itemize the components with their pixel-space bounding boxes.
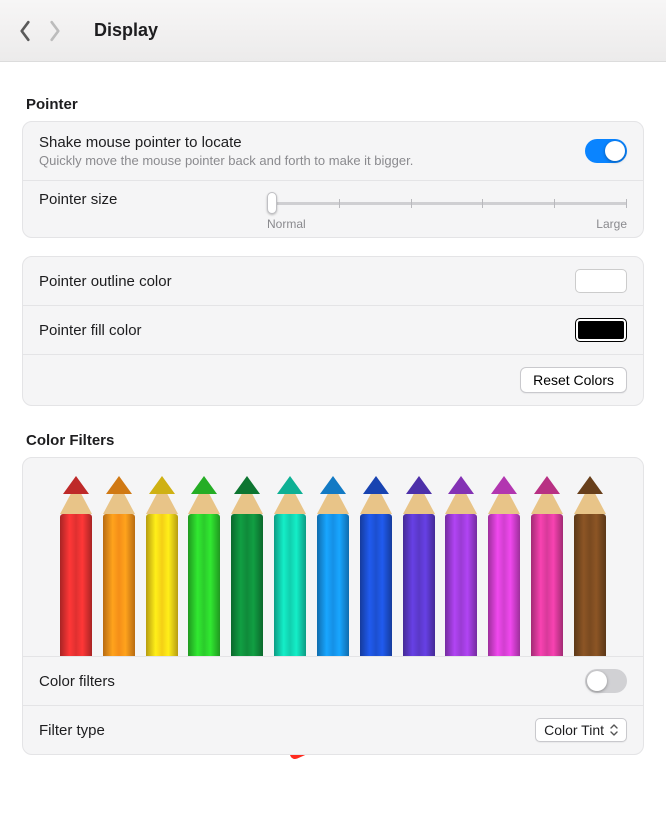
shake-to-locate-text: Shake mouse pointer to locate Quickly mo… [39,134,585,168]
pencil-icon [273,476,307,656]
filter-type-select[interactable]: Color Tint [535,718,627,742]
updown-chevron-icon [610,724,618,736]
pointer-size-min-label: Normal [267,217,306,231]
nav-arrows [10,17,70,45]
pointer-outline-color-well[interactable] [575,269,627,293]
color-filters-enable-row: Color filters [23,657,643,705]
pencil-icon [59,476,93,656]
chevron-left-icon [18,20,32,42]
content: Pointer Shake mouse pointer to locate Qu… [0,62,666,755]
reset-colors-row: Reset Colors [23,354,643,405]
pencil-icon [230,476,264,656]
filter-type-value: Color Tint [544,722,604,738]
pencil-icon [530,476,564,656]
color-filters-toggle[interactable] [585,669,627,693]
color-filters-preview [23,458,643,657]
pointer-outline-color-label: Pointer outline color [39,273,172,290]
pointer-fill-color-well[interactable] [575,318,627,342]
color-filters-panel: Color filters Filter type Color Tint [22,457,644,755]
pointer-fill-color-row: Pointer fill color [23,305,643,354]
forward-button[interactable] [40,17,70,45]
pointer-size-scale-labels: Normal Large [267,217,627,231]
pointer-panel: Shake mouse pointer to locate Quickly mo… [22,121,644,238]
shake-to-locate-sub: Quickly move the mouse pointer back and … [39,153,585,168]
color-filters-enable-label: Color filters [39,673,115,690]
pointer-fill-color-label: Pointer fill color [39,322,142,339]
pencil-icon [102,476,136,656]
color-filters-section-label: Color Filters [26,432,644,449]
pencil-icon [187,476,221,656]
pencil-icon [487,476,521,656]
filter-type-label: Filter type [39,722,105,739]
pointer-color-panel: Pointer outline color Pointer fill color… [22,256,644,406]
chevron-right-icon [48,20,62,42]
shake-to-locate-title: Shake mouse pointer to locate [39,134,585,151]
pointer-size-slider[interactable] [267,191,627,215]
filter-type-row: Filter type Color Tint [23,705,643,754]
back-button[interactable] [10,17,40,45]
pointer-outline-color-row: Pointer outline color [23,257,643,305]
pointer-section-label: Pointer [26,96,644,113]
pencil-icon [145,476,179,656]
reset-colors-button[interactable]: Reset Colors [520,367,627,393]
pointer-size-label: Pointer size [39,191,117,208]
pencil-icon [359,476,393,656]
pencil-icon [573,476,607,656]
shake-to-locate-toggle[interactable] [585,139,627,163]
pointer-size-max-label: Large [596,217,627,231]
page-title: Display [94,20,158,41]
pencil-icon [444,476,478,656]
shake-to-locate-row: Shake mouse pointer to locate Quickly mo… [23,122,643,180]
pencil-icon [402,476,436,656]
pencil-icon [316,476,350,656]
pointer-size-slider-wrap: Normal Large [267,191,627,231]
toolbar: Display [0,0,666,62]
pointer-size-row: Pointer size Normal Large [23,180,643,237]
